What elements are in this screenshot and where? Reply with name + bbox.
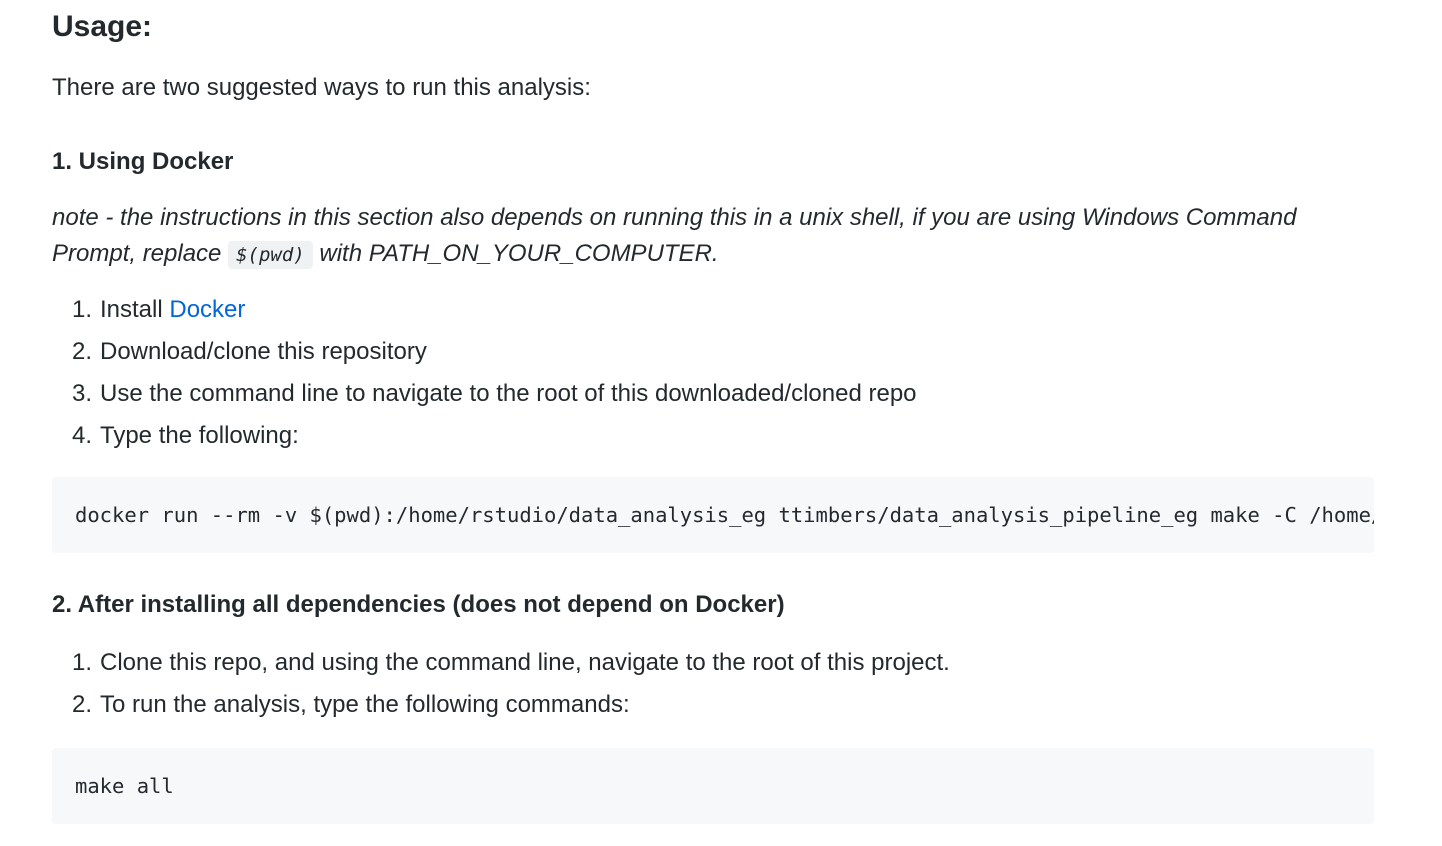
docker-steps-list: 1. Install Docker 2. Download/clone this… <box>52 270 1374 457</box>
list-item-number: 1. <box>71 296 92 323</box>
list-item-text: Use the command line to navigate to the … <box>100 380 917 407</box>
list-item-number: 2. <box>71 691 92 718</box>
make-command-block[interactable]: make all <box>52 748 1374 824</box>
list-item: 2. To run the analysis, type the followi… <box>52 684 1374 726</box>
docker-command-block[interactable]: docker run --rm -v $(pwd):/home/rstudio/… <box>52 477 1374 553</box>
deps-section-heading: 2. After installing all dependencies (do… <box>52 591 785 618</box>
list-item-text: Download/clone this repository <box>100 338 427 365</box>
readme-content: Usage: There are two suggested ways to r… <box>52 0 1374 824</box>
list-item-text: Type the following: <box>100 422 299 449</box>
list-item-text: To run the analysis, type the following … <box>100 691 630 718</box>
list-item-number: 3. <box>71 380 92 407</box>
usage-intro: There are two suggested ways to run this… <box>52 74 591 101</box>
deps-steps-list: 1. Clone this repo, and using the comman… <box>52 625 1374 726</box>
list-item-text: Install <box>100 296 170 323</box>
list-item: 4. Type the following: <box>52 415 1374 457</box>
inline-code-pwd: $(pwd) <box>228 241 313 269</box>
docker-link[interactable]: Docker <box>169 296 245 323</box>
docker-section-heading: 1. Using Docker <box>52 148 234 175</box>
docker-note: note - the instructions in this section … <box>52 180 1374 270</box>
usage-heading: Usage: <box>52 10 153 43</box>
list-item: 1. Install Docker <box>52 289 1374 331</box>
list-item-number: 4. <box>71 422 92 449</box>
list-item-number: 2. <box>71 338 92 365</box>
list-item: 3. Use the command line to navigate to t… <box>52 373 1374 415</box>
note-text-after: with PATH_ON_YOUR_COMPUTER. <box>312 240 719 267</box>
list-item: 2. Download/clone this repository <box>52 331 1374 373</box>
list-item-number: 1. <box>71 649 92 676</box>
list-item: 1. Clone this repo, and using the comman… <box>52 642 1374 684</box>
list-item-text: Clone this repo, and using the command l… <box>100 649 950 676</box>
